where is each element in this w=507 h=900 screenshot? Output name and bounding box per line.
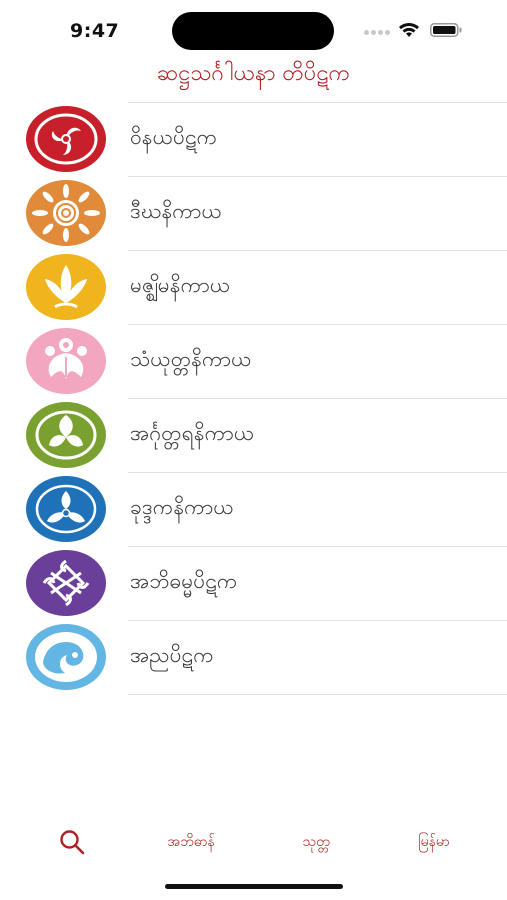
row-divider bbox=[128, 176, 507, 177]
tab-dictionary-label: အဘိဓာန် bbox=[167, 833, 215, 850]
tab-sutta[interactable]: သုတ္တ bbox=[276, 818, 356, 866]
dynamic-island bbox=[172, 12, 334, 50]
row-divider bbox=[128, 472, 507, 473]
list-item-annya[interactable]: အညပိဋက bbox=[0, 620, 507, 694]
flower-crest-icon bbox=[26, 328, 106, 394]
list-item-abhidhamma[interactable]: အဘိဓမ္မပိဋက bbox=[0, 546, 507, 620]
row-divider bbox=[128, 324, 507, 325]
tab-dictionary[interactable]: အဘိဓာန် bbox=[146, 818, 236, 866]
list-item-majjhima[interactable]: မဇ္ဈိမနိကာယ bbox=[0, 250, 507, 324]
battery-icon bbox=[430, 23, 462, 37]
list-item-label: အဘိဓမ္မပိဋက bbox=[130, 569, 238, 593]
row-divider bbox=[128, 546, 507, 547]
search-icon bbox=[60, 830, 85, 855]
sunflower-icon bbox=[26, 180, 106, 246]
cellular-signal-icon bbox=[364, 30, 390, 36]
row-divider bbox=[128, 102, 507, 103]
wifi-icon bbox=[399, 23, 419, 37]
row-divider bbox=[128, 620, 507, 621]
list-item-label: အညပိဋက bbox=[130, 643, 214, 667]
list-item-vinaya[interactable]: ဝိနယပိဋက bbox=[0, 102, 507, 176]
list-item-label: သံယုတ္တနိကာယ bbox=[130, 347, 252, 371]
tab-search[interactable] bbox=[44, 818, 100, 866]
list-item-digha[interactable]: ဒီဃနိကာယ bbox=[0, 176, 507, 250]
list-item-label: ဒီဃနိကာယ bbox=[130, 199, 222, 223]
blossom-crest-icon bbox=[26, 476, 106, 542]
row-divider bbox=[128, 694, 507, 695]
page-title: ဆဋ္ဌသင်္ဂါယနာ တိပိဋက bbox=[156, 61, 351, 86]
endless-knot-icon bbox=[26, 550, 106, 616]
list-item-label: ခုဒ္ဒကနိကာယ bbox=[130, 495, 234, 519]
tab-bar: အဘိဓာန် သုတ္တ မြန်မာ bbox=[0, 818, 507, 868]
status-time: 9:47 bbox=[70, 20, 120, 42]
list-item-label: မဇ္ဈိမနိကာယ bbox=[130, 273, 231, 297]
tab-myanmar[interactable]: မြန်မာ bbox=[394, 818, 474, 866]
row-divider bbox=[128, 250, 507, 251]
leaf-crest-icon bbox=[26, 402, 106, 468]
list-item-khuddaka[interactable]: ခုဒ္ဒကနိကာယ bbox=[0, 472, 507, 546]
list-item-samyutta[interactable]: သံယုတ္တနိကာယ bbox=[0, 324, 507, 398]
list-item-label: ဝိနယပိဋက bbox=[130, 125, 218, 149]
tab-myanmar-label: မြန်မာ bbox=[418, 833, 450, 850]
list-item-anguttara[interactable]: အင်္ဂုတ္တရနိကာယ bbox=[0, 398, 507, 472]
row-divider bbox=[128, 398, 507, 399]
wave-icon bbox=[26, 624, 106, 690]
list-item-label: အင်္ဂုတ္တရနိကာယ bbox=[130, 421, 255, 445]
tab-sutta-label: သုတ္တ bbox=[302, 833, 330, 850]
home-indicator[interactable] bbox=[165, 884, 343, 889]
lotus-icon bbox=[26, 254, 106, 320]
dharma-wheel-icon bbox=[26, 106, 106, 172]
status-bar: 9:47 bbox=[0, 0, 507, 56]
